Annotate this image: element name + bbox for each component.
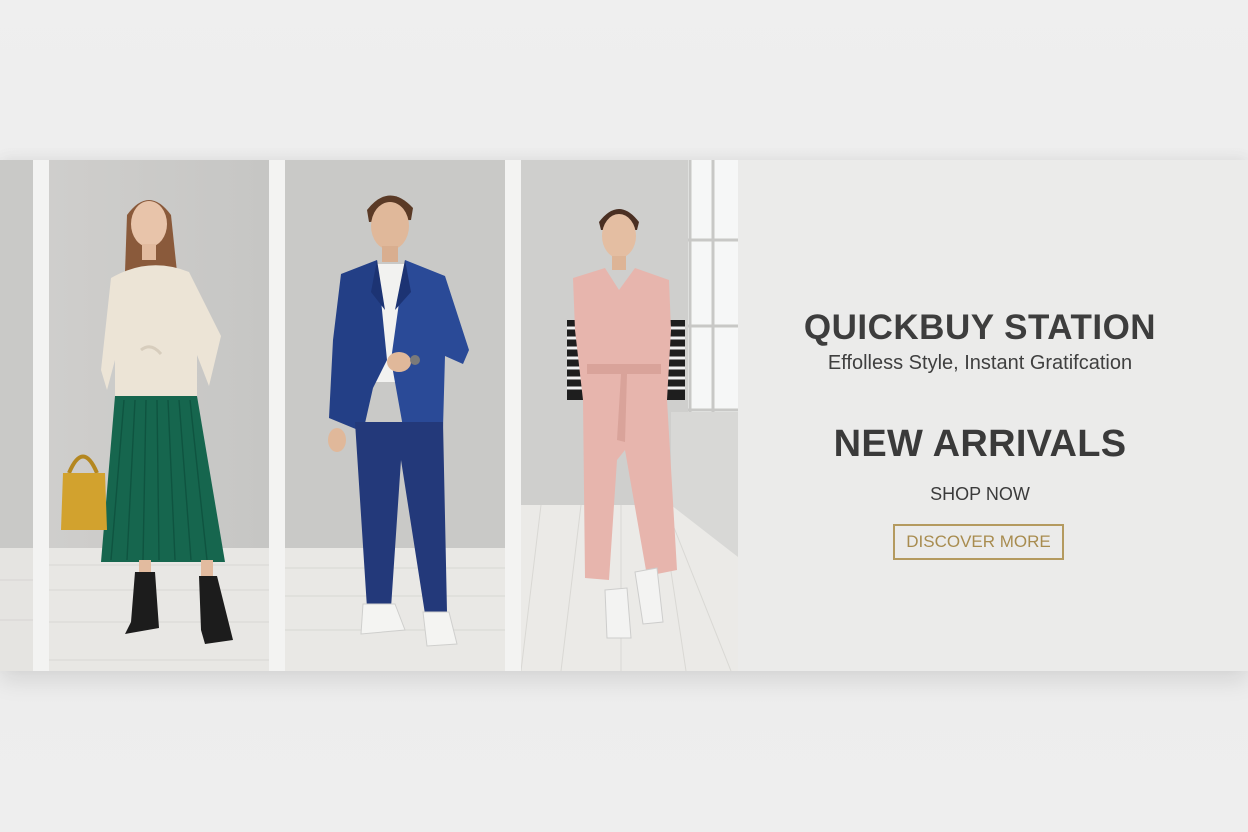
brand-tagline: Effolless Style, Instant Gratifcation (827, 352, 1133, 374)
brand-name: QUICKBUY STATION (803, 308, 1157, 347)
panel-divider (505, 160, 521, 671)
panel-divider (269, 160, 285, 671)
hero-banner: QUICKBUY STATION Effolless Style, Instan… (0, 160, 1248, 671)
model-green-skirt-photo[interactable] (49, 160, 269, 671)
discover-more-button[interactable]: DISCOVER MORE (893, 524, 1064, 560)
model-pink-jumpsuit-photo[interactable] (521, 160, 738, 671)
model-blue-suit-photo[interactable] (285, 160, 505, 671)
panel-divider (33, 160, 49, 671)
promo-text-area: QUICKBUY STATION Effolless Style, Instan… (738, 160, 1248, 671)
edge-photo-left (0, 160, 33, 671)
shop-now-link[interactable]: SHOP NOW (738, 484, 1222, 505)
new-arrivals-headline: NEW ARRIVALS (833, 423, 1127, 465)
